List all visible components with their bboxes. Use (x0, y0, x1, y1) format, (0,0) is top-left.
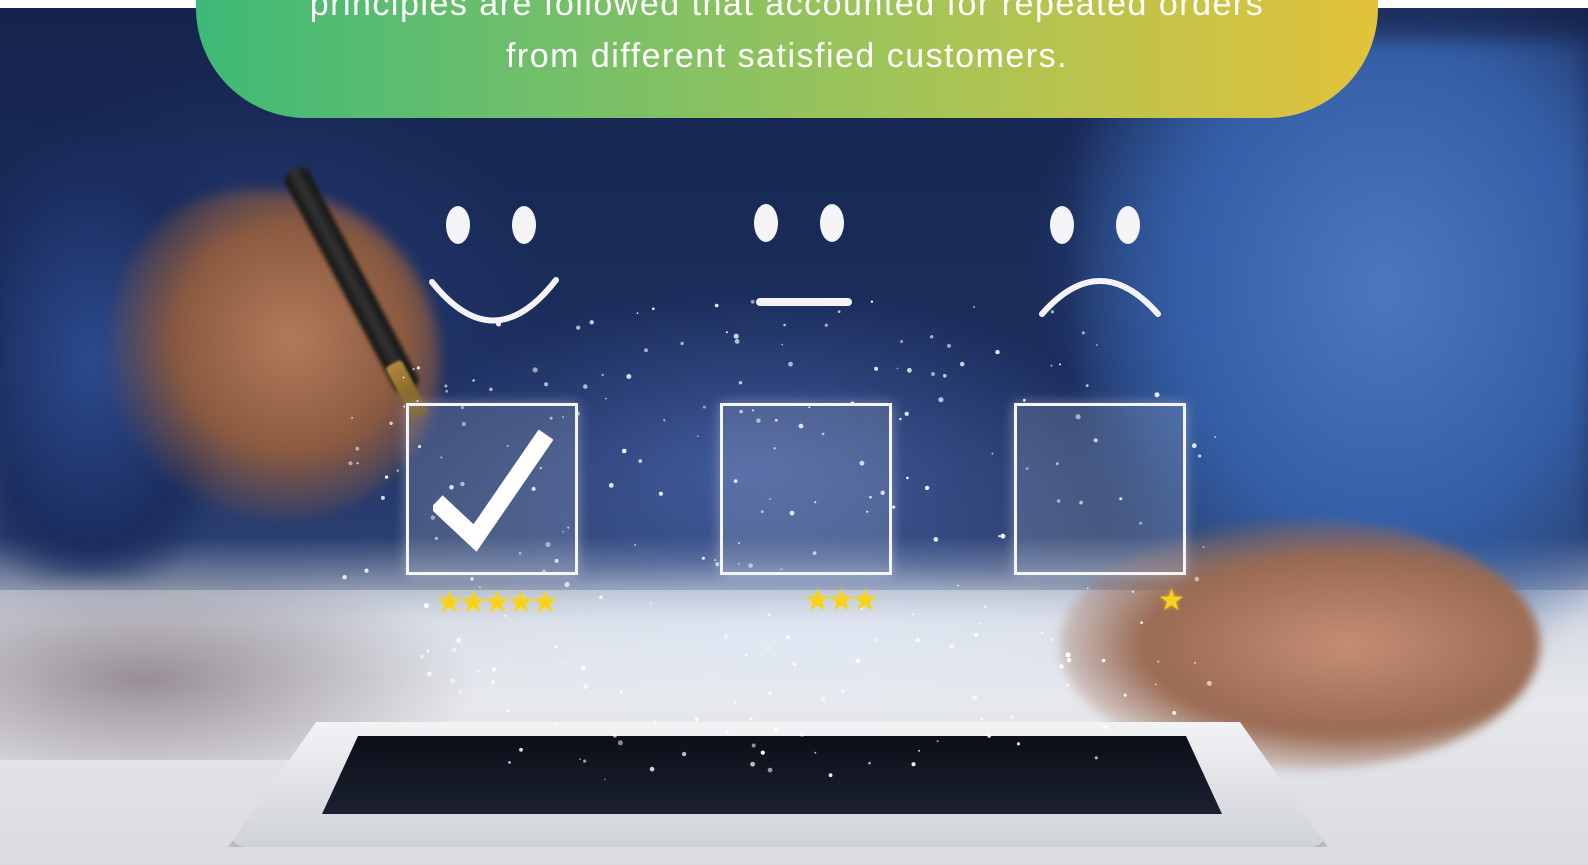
sparkle-dot (904, 411, 909, 416)
background-photo: ★★★★★ ★★★ ★ (0, 0, 1588, 865)
quote-banner: principles are followed that accounted f… (196, 0, 1378, 118)
sparkle-dot (601, 373, 604, 376)
sparkle-dot (725, 331, 728, 334)
sparkle-dot (892, 505, 896, 509)
five-star-rating: ★★★★★ (436, 585, 558, 620)
sparkle-dot (680, 341, 684, 346)
sparkle-dot (781, 343, 783, 346)
tablet-screen (322, 736, 1222, 814)
sparkle-dot (634, 544, 636, 546)
eye (446, 206, 470, 244)
sparkle-dot (697, 435, 699, 438)
sparkle-dot (621, 448, 627, 454)
sparkle-dot (636, 312, 639, 315)
eye (1050, 206, 1074, 244)
sparkle-dot (1058, 363, 1061, 366)
sparkle-dot (583, 384, 588, 389)
sparkle-dot (1050, 364, 1053, 367)
sparkle-dot (626, 374, 632, 379)
sparkle-dot (1000, 533, 1006, 539)
sparkle-dot (638, 459, 643, 463)
checkmark-icon (433, 430, 553, 552)
checkbox-sad[interactable] (1014, 403, 1186, 575)
sparkle-dot (644, 348, 648, 353)
sparkle-dot (946, 343, 952, 348)
frown-mouth (1039, 278, 1161, 317)
eye (820, 204, 844, 242)
sparkle-dot (995, 349, 1000, 355)
sparkle-dot (544, 382, 549, 387)
eye (754, 204, 778, 242)
banner-line-1: principles are followed that accounted f… (309, 0, 1265, 23)
sad-face-icon (1034, 200, 1174, 330)
neutral-face-icon (748, 196, 888, 326)
sparkle-dot (589, 320, 594, 325)
sparkle-dot (652, 307, 655, 311)
sparkle-dot (959, 361, 965, 367)
sparkle-dot (733, 333, 739, 339)
sparkle-dot (1022, 398, 1026, 402)
smile-mouth (429, 277, 559, 324)
sparkle-dot (444, 384, 448, 388)
sparkle-dot (900, 340, 904, 343)
sparkle-dot (532, 367, 538, 373)
sparkle-dot (445, 389, 449, 393)
sparkle-dot (576, 325, 581, 330)
neutral-mouth (756, 298, 852, 306)
sparkle-dot (874, 366, 879, 371)
sparkle-dot (906, 476, 909, 480)
sparkle-dot (998, 535, 1001, 538)
sparkle-dot (991, 452, 994, 455)
banner-line-2: from different satisfied customers. (505, 37, 1069, 75)
sparkle-dot (734, 339, 740, 344)
sparkle-dot (973, 306, 976, 308)
sparkle-dot (924, 485, 930, 491)
sparkle-dot (472, 379, 475, 382)
sparkle-dot (907, 367, 912, 373)
sparkle-dot (943, 374, 947, 378)
sparkle-dot (938, 397, 944, 403)
sparkle-dot (658, 491, 663, 496)
one-star-rating: ★ (1158, 583, 1185, 618)
sparkle-dot (899, 417, 902, 421)
three-star-rating: ★★★ (804, 583, 879, 618)
sparkle-dot (931, 372, 935, 376)
eye (512, 206, 536, 244)
checkbox-happy[interactable] (406, 403, 578, 575)
banner-text: principles are followed that accounted f… (196, 0, 1378, 82)
sparkle-dot (702, 405, 706, 409)
sparkle-dot (930, 335, 934, 339)
sparkle-dot (663, 419, 666, 422)
checkbox-neutral[interactable] (720, 403, 892, 575)
sparkle-dot (788, 361, 793, 367)
sparkle-dot (605, 397, 607, 400)
sparkle-dot (714, 303, 719, 308)
sparkle-dot (380, 495, 385, 500)
happy-face-icon (428, 200, 568, 330)
sparkle-dot (608, 483, 614, 488)
sparkle-dot (489, 387, 493, 391)
sparkle-dot (738, 381, 743, 385)
sparkle-dot (933, 537, 939, 542)
eye (1116, 206, 1140, 244)
sparkle-dot (896, 367, 899, 370)
